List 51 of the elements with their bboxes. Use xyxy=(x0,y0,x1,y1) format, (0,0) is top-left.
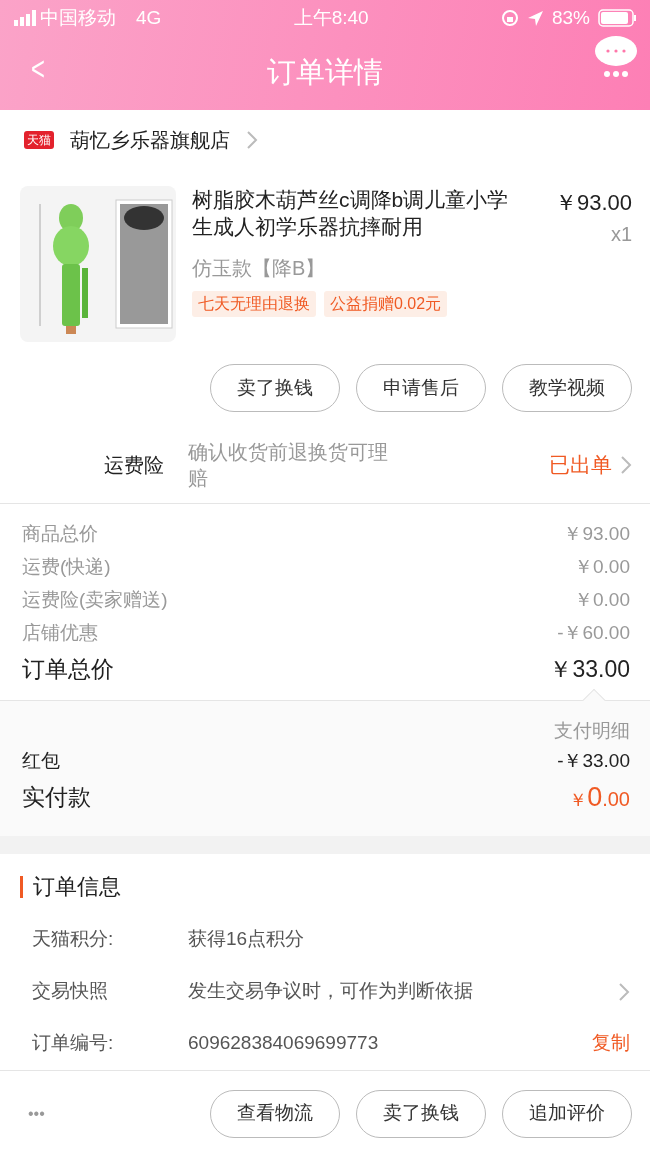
info-value: 发生交易争议时，可作为判断依据 xyxy=(188,979,474,1004)
status-time: 上午8:40 xyxy=(292,5,370,30)
shop-name: 葫忆乡乐器旗舰店 xyxy=(70,128,230,153)
battery-percent: 83% xyxy=(551,5,590,30)
location-icon xyxy=(526,9,544,27)
chat-icon xyxy=(594,35,638,79)
section-title: 订单信息 xyxy=(20,875,630,898)
cost-value: -￥60.00 xyxy=(557,621,630,646)
info-label: 天猫积分: xyxy=(32,927,115,952)
chevron-icon xyxy=(246,130,258,150)
network-type: 4G xyxy=(136,5,162,30)
battery-icon xyxy=(598,9,636,27)
service-tag: 公益捐赠0.02元 xyxy=(324,291,448,317)
shop-link[interactable]: 天猫 葫忆乡乐器旗舰店 xyxy=(0,110,650,170)
cost-value: ￥0.00 xyxy=(574,555,630,580)
cost-label: 店铺优惠 xyxy=(22,621,98,646)
paid-label: 实付款 xyxy=(22,783,91,813)
product-title: 树脂胶木葫芦丝c调降b调儿童小学生成人初学乐器抗摔耐用 xyxy=(192,187,510,240)
action-button[interactable]: 教学视频 xyxy=(502,364,632,412)
rotation-lock-icon xyxy=(500,9,519,27)
more-button[interactable] xyxy=(594,34,638,80)
total-label: 订单总价 xyxy=(22,654,114,684)
action-button[interactable]: 卖了换钱 xyxy=(210,364,340,412)
cost-label: 商品总价 xyxy=(22,522,98,547)
product-variant: 仿玉款【降B】 xyxy=(192,256,327,281)
action-button[interactable]: 追加评价 xyxy=(502,1089,632,1138)
cost-label: 运费(快递) xyxy=(22,555,111,580)
total-value: ￥33.00 xyxy=(549,654,630,684)
cost-value: ￥93.00 xyxy=(563,522,630,547)
payment-value: -￥33.00 xyxy=(557,749,630,774)
chevron-icon xyxy=(620,454,632,475)
insurance-label: 运费险 xyxy=(104,452,164,478)
page-title: 订单详情 xyxy=(267,55,383,91)
signal-icon xyxy=(14,10,36,26)
carrier-name: 中国移动 xyxy=(40,5,116,30)
payment-label: 红包 xyxy=(22,749,60,774)
info-value: 609628384069699773 xyxy=(188,1031,380,1056)
action-button[interactable]: 查看物流 xyxy=(210,1089,340,1138)
cost-value: ￥0.00 xyxy=(574,588,630,613)
insurance-description: 确认收货前退换货可理赔 xyxy=(188,439,389,491)
service-tag: 七天无理由退换 xyxy=(192,291,316,317)
action-button[interactable]: 申请售后 xyxy=(356,364,486,412)
info-value: 获得16点积分 xyxy=(188,927,306,952)
cost-label: 运费险(卖家赠送) xyxy=(22,588,168,613)
info-label: 交易快照 xyxy=(32,979,109,1004)
product-quantity: x1 xyxy=(609,222,632,247)
info-label: 订单编号: xyxy=(32,1031,115,1056)
product-price: ￥93.00 xyxy=(554,189,632,217)
paid-amount: ￥0.00 xyxy=(569,781,630,815)
action-button[interactable]: 卖了换钱 xyxy=(356,1089,486,1138)
store-badge: 天猫 xyxy=(24,131,54,149)
